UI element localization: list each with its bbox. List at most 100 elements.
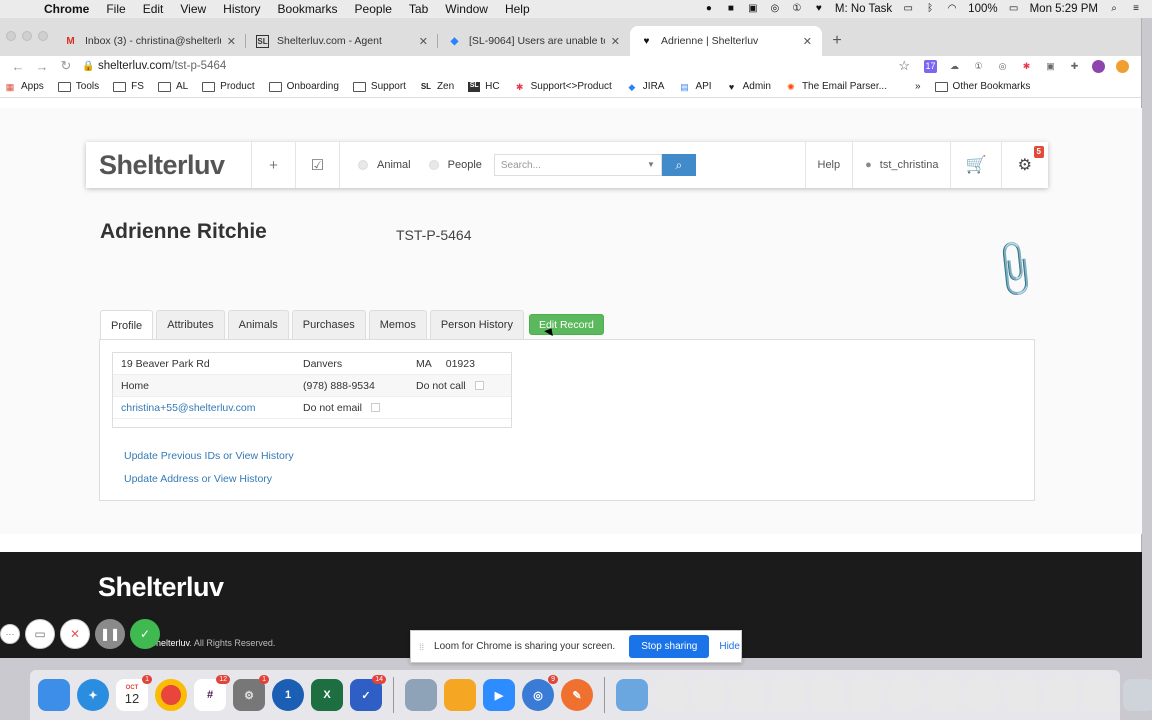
search-button[interactable]: ⌕: [661, 154, 696, 176]
vpn-icon[interactable]: ◎: [769, 3, 781, 15]
cart-icon[interactable]: 🛒: [950, 142, 1000, 188]
browser-tab-jira[interactable]: ◆ [SL-9064] Users are unable to ✕: [438, 26, 630, 56]
screenshot-extension-icon[interactable]: ▣: [1044, 60, 1057, 73]
help-link[interactable]: Help: [804, 142, 853, 188]
close-tab-icon[interactable]: ✕: [611, 35, 620, 48]
clock[interactable]: Mon 5:29 PM: [1030, 3, 1098, 15]
spreadsheet-icon[interactable]: [811, 679, 843, 711]
add-icon[interactable]: +: [252, 142, 296, 188]
drag-handle-icon[interactable]: ⁞⁞: [419, 642, 424, 652]
radio-people[interactable]: People: [428, 159, 482, 171]
slack-icon[interactable]: #12: [194, 675, 230, 711]
camera-icon[interactable]: ■: [725, 3, 737, 15]
update-address-link[interactable]: Update Address or View History: [124, 473, 272, 485]
bookmark-email-parser[interactable]: ✺ The Email Parser...: [785, 81, 887, 92]
microphone-icon[interactable]: ●: [703, 3, 715, 15]
back-icon[interactable]: ←: [6, 59, 30, 74]
pencil-app-icon[interactable]: ✎: [561, 679, 593, 711]
menu-file[interactable]: File: [106, 2, 125, 16]
lock-icon[interactable]: 🔒: [82, 61, 98, 72]
browser-tab-adrienne[interactable]: ♥ Adrienne | Shelterluv ✕: [630, 26, 822, 56]
battery-percent[interactable]: 100%: [968, 3, 997, 15]
close-tab-icon[interactable]: ✕: [227, 35, 236, 48]
paperclip-icon[interactable]: 📎: [981, 236, 1049, 303]
menu-people[interactable]: People: [355, 2, 392, 16]
minimize-window-button[interactable]: [22, 31, 32, 41]
profile-avatar[interactable]: [1092, 59, 1105, 73]
extensions-puzzle-icon[interactable]: ✚: [1068, 60, 1081, 73]
radio-dot[interactable]: [428, 160, 439, 170]
bookmark-product[interactable]: Product: [202, 81, 255, 92]
spotlight-search-icon[interactable]: ⌕: [1108, 3, 1120, 15]
new-tab-button[interactable]: +: [822, 26, 852, 56]
bookmark-tools[interactable]: Tools: [57, 81, 99, 92]
cancel-recording-icon[interactable]: ✕: [60, 619, 90, 649]
tab-purchases[interactable]: Purchases: [291, 310, 366, 339]
one-password-extension-icon[interactable]: ①: [972, 60, 985, 73]
chrome-icon[interactable]: [155, 679, 187, 711]
do-not-email-checkbox[interactable]: [370, 403, 380, 412]
email-link[interactable]: christina+55@shelterluv.com: [121, 402, 255, 414]
spreadsheet-icon[interactable]: [928, 679, 960, 711]
bookmark-al[interactable]: AL: [157, 81, 188, 92]
bookmarks-overflow-button[interactable]: »: [915, 81, 921, 92]
bookmark-star-icon[interactable]: ☆: [898, 58, 910, 74]
spreadsheet-icon[interactable]: [772, 679, 804, 711]
airplay-icon[interactable]: ▭: [902, 3, 914, 15]
close-tab-icon[interactable]: ✕: [419, 35, 428, 48]
zoom-icon[interactable]: ▶: [483, 679, 515, 711]
heart-status-icon[interactable]: ♥: [813, 3, 825, 15]
spreadsheet-icon[interactable]: [850, 679, 882, 711]
document-icon[interactable]: [655, 679, 687, 711]
spreadsheet-icon[interactable]: [889, 679, 921, 711]
tab-attributes[interactable]: Attributes: [156, 310, 225, 339]
tab-person-history[interactable]: Person History: [429, 310, 524, 339]
hide-button[interactable]: Hide: [719, 641, 740, 652]
system-preferences-icon[interactable]: ⚙ 1: [233, 675, 269, 711]
wifi-icon[interactable]: ◠: [946, 3, 958, 15]
tab-profile[interactable]: Profile: [100, 310, 154, 340]
bookmark-apps[interactable]: ▦ Apps: [4, 81, 44, 92]
one-password-icon[interactable]: ①: [791, 3, 803, 15]
calendar-extension-icon[interactable]: 17: [924, 59, 937, 73]
pause-recording-icon[interactable]: ❚❚: [95, 619, 125, 649]
preview-icon[interactable]: [405, 679, 437, 711]
safari-icon[interactable]: ✦: [77, 679, 109, 711]
edit-record-button[interactable]: Edit Record: [528, 314, 604, 335]
close-tab-icon[interactable]: ✕: [803, 35, 812, 48]
spreadsheet-icon[interactable]: [733, 679, 765, 711]
tab-animals[interactable]: Animals: [227, 310, 289, 339]
do-not-call-checkbox[interactable]: [474, 381, 484, 390]
vpn-extension-icon[interactable]: ◎: [996, 60, 1009, 73]
network-icon[interactable]: ◎ 9: [522, 675, 558, 711]
applications-folder-icon[interactable]: [616, 679, 648, 711]
more-options-icon[interactable]: ⋯: [0, 624, 20, 644]
notes-app-icon[interactable]: [444, 679, 476, 711]
update-icon[interactable]: [1116, 59, 1129, 73]
menu-tab[interactable]: Tab: [409, 2, 428, 16]
bookmark-other[interactable]: Other Bookmarks: [934, 81, 1030, 92]
forward-icon[interactable]: →: [30, 59, 54, 74]
close-window-button[interactable]: [6, 31, 16, 41]
browser-tab-agent[interactable]: SL Shelterluv.com - Agent ✕: [246, 26, 438, 56]
tasks-icon[interactable]: ✓ 14: [350, 675, 386, 711]
stop-sharing-button[interactable]: Stop sharing: [629, 635, 710, 658]
search-input[interactable]: Search... ▼: [493, 154, 662, 176]
address-bar[interactable]: 🔒 shelterluv.com/tst-p-5464 ☆: [82, 56, 924, 76]
menu-view[interactable]: View: [180, 2, 206, 16]
browser-tab-gmail[interactable]: M Inbox (3) - christina@shelterluv ✕: [54, 26, 246, 56]
bookmark-api[interactable]: ▤ API: [678, 81, 711, 92]
battery-icon[interactable]: ▭: [1008, 3, 1020, 15]
excel-icon[interactable]: X: [311, 679, 343, 711]
settings-gear-icon[interactable]: ⚙ 5: [1000, 142, 1048, 188]
radio-dot[interactable]: [358, 160, 368, 170]
menu-history[interactable]: History: [223, 2, 260, 16]
spreadsheet-icon[interactable]: [1084, 679, 1116, 711]
calendar-icon[interactable]: OCT 12 1: [116, 675, 152, 711]
menu-app-name[interactable]: Chrome: [44, 2, 89, 16]
task-status[interactable]: M: No Task: [835, 3, 892, 15]
one-password-icon[interactable]: 1: [272, 679, 304, 711]
spreadsheet-icon[interactable]: [967, 679, 999, 711]
checklist-icon[interactable]: ☑: [296, 142, 340, 188]
reload-icon[interactable]: ↻: [54, 58, 78, 74]
